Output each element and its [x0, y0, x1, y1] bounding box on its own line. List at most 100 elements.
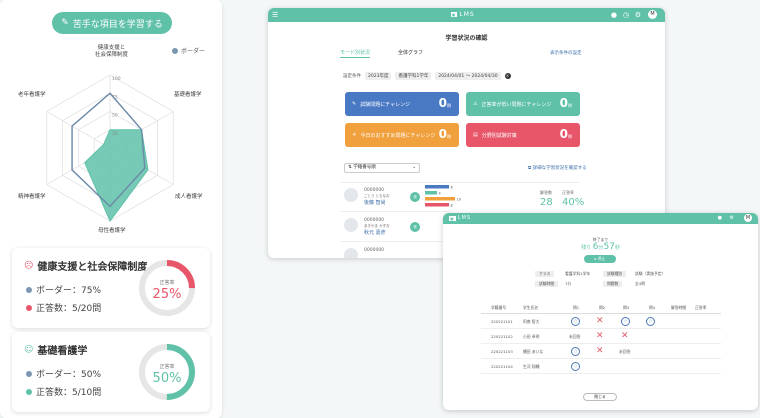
column-header: 問4	[649, 305, 656, 310]
top-bar: ☰ ▣ LMS ● ◷ ⚙ M	[268, 8, 665, 22]
table-row[interactable]: 220221102 小田 卓明 未回答 ✕ ✕	[481, 329, 721, 344]
incorrect-icon: ✕	[596, 316, 604, 326]
radar-chart: 100 75 50 25	[46, 74, 174, 222]
sort-select[interactable]: ⇅ 学籍番号順 ⌄	[344, 163, 420, 173]
detail-link-text: 詳細な学習状況を確認する	[532, 166, 587, 171]
stat-card-basic-nursing[interactable]: ☺ 基礎看護学 ボーダー：50% 正答数：5/10問 正答率 50%	[12, 332, 210, 412]
status-badge: 済	[410, 222, 420, 232]
tile-exam-challenge[interactable]: ✎ 試験問題にチャレンジ 0問	[345, 92, 459, 116]
tile-count-num: 0	[438, 127, 447, 141]
sort-label: 学籍番号順	[353, 165, 376, 170]
sad-face-icon: ☹	[24, 260, 34, 271]
column-header: 問2	[599, 305, 606, 310]
chevron-down-icon: ⌄	[412, 165, 416, 170]
menu-icon[interactable]: ☰	[272, 11, 278, 19]
student-name: 生河 翔輔	[523, 364, 540, 369]
book-icon: ▤	[473, 132, 478, 138]
lms-window-exam: ▣ LMS ● ⚙ M 終了まで 残り 6分57秒 ▸ 停止 クラス 看護学科1学…	[443, 213, 758, 410]
app-logo: ▣ LMS	[450, 11, 475, 18]
tile-field-exam[interactable]: ▤ 分野別試験対策 0問	[466, 123, 580, 147]
tab-mode[interactable]: モード別状況	[340, 49, 371, 58]
info-value: 試験（実施予定）	[635, 271, 666, 276]
column-header: 正答率	[695, 305, 707, 310]
table-row[interactable]: 220221101 阿南 智大 ○ ✕ ○ ○	[481, 314, 721, 329]
radar-axis-label: 基礎看護学	[174, 92, 202, 98]
top-bar: ▣ LMS ● ⚙ M	[443, 213, 758, 224]
student-name: 幡田 あいな	[523, 349, 544, 354]
radar-axis-label: 健康支援と 社会保障制度	[95, 45, 129, 58]
gear-icon[interactable]: ⚙	[635, 11, 641, 19]
unanswered-label: 未回答	[619, 349, 631, 354]
column-header: 問3	[623, 305, 630, 310]
border-row: ボーダー：75%	[26, 283, 101, 296]
radar-axis-label: 精神看護学	[18, 194, 46, 200]
column-header: 問1	[573, 305, 580, 310]
mini-bar-value: 4	[439, 192, 442, 196]
mini-bar-value: 8	[451, 186, 453, 190]
column-header: 学生氏名	[523, 305, 539, 310]
mini-bar	[425, 185, 449, 189]
border-text: ボーダー：50%	[36, 370, 102, 380]
stop-button[interactable]: ▸ 停止	[584, 255, 616, 263]
student-row[interactable]: 0000000	[340, 244, 450, 258]
tile-count-num: 0	[559, 96, 568, 110]
border-text: ボーダー：75%	[36, 286, 102, 296]
column-header: 学籍番号	[491, 305, 507, 310]
border-dot	[26, 286, 32, 293]
radar-axis-label: 母性看護学	[98, 228, 126, 234]
border-row: ボーダー：50%	[26, 367, 101, 380]
bell-icon[interactable]: ●	[611, 11, 617, 19]
student-avatar	[344, 248, 358, 258]
filter-tag[interactable]: 2023年度	[365, 72, 392, 80]
avatar[interactable]: M	[744, 214, 752, 222]
clock-icon[interactable]: ◷	[623, 11, 629, 19]
correct-icon: ○	[621, 317, 630, 326]
radar-tick-label: 75	[112, 94, 118, 100]
filter-tag[interactable]: 2024/04/01 〜 2024/04/30	[435, 72, 501, 80]
correct-row: 正答数：5/20問	[26, 301, 101, 314]
filter-tag[interactable]: 看護学科1学年	[395, 72, 432, 80]
bell-icon[interactable]: ●	[718, 215, 722, 221]
tile-label: 今日のおすすめ問題にチャレンジ	[360, 132, 436, 139]
radar-tick-label: 50	[112, 113, 118, 119]
tile-label: 分野別試験対策	[481, 132, 517, 139]
donut-caption: 正答率	[159, 364, 175, 370]
tile-count: 0問	[439, 96, 451, 110]
divider	[340, 182, 580, 183]
info-value: 7分	[565, 281, 572, 286]
tile-label: 正答率が低い問題にチャレンジ	[481, 101, 552, 108]
tab-overall-graph[interactable]: 全体グラフ	[398, 49, 423, 56]
mini-bar	[425, 197, 455, 201]
left-panel: ✎ 苦手な項目を学習する ボーダー 100 75 50 25 健康支援と 社会保障制度 …	[0, 0, 222, 418]
student-name: 後藤 智尚	[364, 200, 386, 206]
unanswered-label: 未回答	[569, 334, 581, 339]
tile-count-num: 0	[559, 127, 568, 141]
student-row[interactable]: 0000000 あきやま かずお 秋元 嘉彦 済	[340, 214, 450, 242]
stat-value: 28	[540, 197, 553, 208]
correct-icon: ○	[646, 317, 655, 326]
student-avatar	[344, 188, 358, 202]
avatar[interactable]: M	[648, 10, 657, 19]
tile-low-accuracy[interactable]: ⚠ 正答率が低い問題にチャレンジ 0問	[466, 92, 580, 116]
display-settings-link[interactable]: 表示条件の設定	[550, 50, 582, 56]
close-icon[interactable]: ×	[504, 73, 511, 79]
radar-tick-label: 25	[112, 131, 118, 137]
incorrect-icon: ✕	[621, 331, 629, 341]
tile-count-unit: 問	[447, 103, 451, 108]
table-row[interactable]: 220221103 幡田 あいな ○ ✕ 未回答	[481, 344, 721, 359]
table-row[interactable]: 220221104 生河 翔輔 ○	[481, 359, 721, 374]
student-id: 220221102	[491, 334, 513, 339]
correct-icon: ○	[571, 347, 580, 356]
tile-count: 0問	[439, 127, 451, 141]
tile-recommended[interactable]: ☀ 今日のおすすめ問題にチャレンジ 0問	[345, 123, 459, 147]
detail-link[interactable]: ⧉ 詳細な学習状況を確認する	[528, 165, 587, 171]
gear-icon[interactable]: ⚙	[730, 215, 734, 221]
mini-bar	[425, 191, 437, 195]
stat-card-health[interactable]: ☹ 健康支援と社会保障制度 ボーダー：75% 正答数：5/20問 正答率 25%	[12, 248, 210, 328]
close-button[interactable]: 閉じる	[583, 393, 617, 401]
results-table: 学籍番号 学生氏名 問1 問2 問3 問4 解答時間 正答率 220221101…	[481, 305, 721, 374]
logo-mark-icon: ▣	[449, 215, 456, 221]
timer-sec-unit: 秒	[614, 245, 620, 251]
student-avatar	[344, 218, 358, 232]
incorrect-icon: ✕	[596, 346, 604, 356]
